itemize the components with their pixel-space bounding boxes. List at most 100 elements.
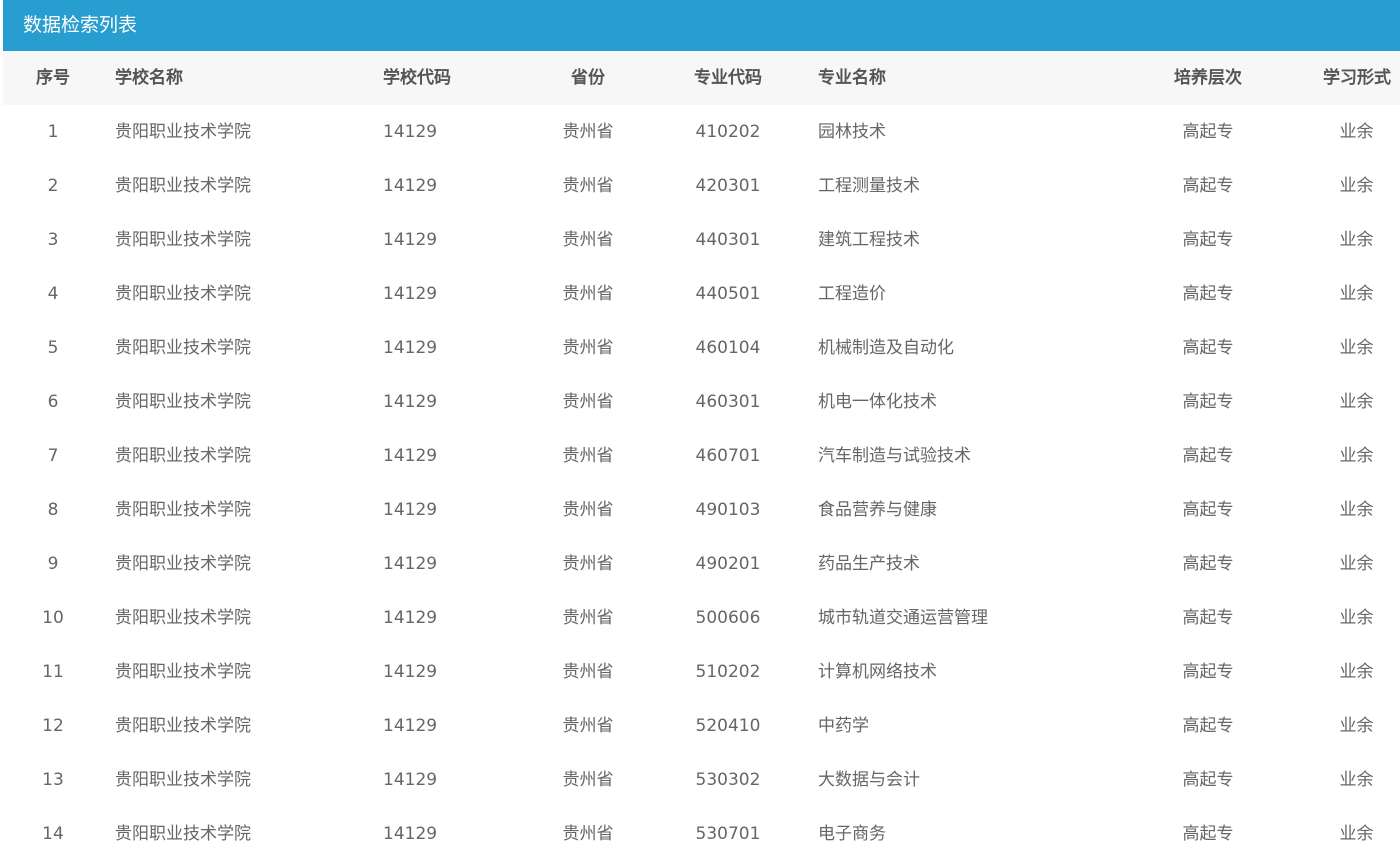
table-row: 10 贵阳职业技术学院 14129 贵州省 500606 城市轨道交通运营管理 高起专 业余: [3, 591, 1400, 645]
table-row: 6 贵阳职业技术学院 14129 贵州省 460301 机电一体化技术 高起专 业余: [3, 375, 1400, 429]
cell-seq: 12: [42, 716, 64, 736]
header-major-name: 专业名称: [818, 68, 886, 88]
cell-major-code: 510202: [695, 662, 761, 682]
cell-study-form: 业余: [1339, 716, 1374, 736]
cell-seq: 14: [42, 824, 64, 844]
cell-province: 贵州省: [562, 824, 614, 844]
table-row: 3 贵阳职业技术学院 14129 贵州省 440301 建筑工程技术 高起专 业余: [3, 213, 1400, 267]
header-province: 省份: [571, 68, 605, 88]
cell-level: 高起专: [1182, 770, 1234, 790]
header-seq: 序号: [36, 68, 70, 88]
cell-study-form: 业余: [1339, 392, 1374, 412]
cell-province: 贵州省: [562, 500, 614, 520]
cell-study-form: 业余: [1339, 770, 1374, 790]
cell-school-code: 14129: [383, 662, 438, 682]
cell-province: 贵州省: [562, 770, 614, 790]
cell-major-code: 500606: [695, 608, 761, 628]
cell-province: 贵州省: [562, 230, 614, 250]
cell-school-name: 贵阳职业技术学院: [115, 284, 251, 304]
cell-province: 贵州省: [562, 122, 614, 142]
cell-level: 高起专: [1182, 554, 1234, 574]
cell-major-code: 410202: [695, 122, 761, 142]
cell-province: 贵州省: [562, 176, 614, 196]
cell-school-code: 14129: [383, 554, 438, 574]
cell-level: 高起专: [1182, 176, 1234, 196]
table-row: 4 贵阳职业技术学院 14129 贵州省 440501 工程造价 高起专 业余: [3, 267, 1400, 321]
table-row: 11 贵阳职业技术学院 14129 贵州省 510202 计算机网络技术 高起专 业余: [3, 645, 1400, 699]
cell-major-name: 大数据与会计: [818, 770, 920, 790]
cell-major-code: 440301: [695, 230, 761, 250]
cell-study-form: 业余: [1339, 230, 1374, 250]
cell-seq: 9: [47, 554, 59, 574]
cell-major-code: 520410: [695, 716, 761, 736]
cell-seq: 3: [47, 230, 59, 250]
cell-study-form: 业余: [1339, 338, 1374, 358]
table-row: 5 贵阳职业技术学院 14129 贵州省 460104 机械制造及自动化 高起专 业余: [3, 321, 1400, 375]
table-row: 1 贵阳职业技术学院 14129 贵州省 410202 园林技术 高起专 业余: [3, 105, 1400, 159]
panel-title: 数据检索列表: [3, 0, 1400, 51]
cell-school-code: 14129: [383, 230, 438, 250]
cell-province: 贵州省: [562, 716, 614, 736]
table-row: 9 贵阳职业技术学院 14129 贵州省 490201 药品生产技术 高起专 业余: [3, 537, 1400, 591]
cell-level: 高起专: [1182, 608, 1234, 628]
cell-seq: 2: [47, 176, 59, 196]
cell-major-code: 490103: [695, 500, 761, 520]
cell-seq: 4: [47, 284, 59, 304]
cell-school-code: 14129: [383, 284, 438, 304]
cell-school-name: 贵阳职业技术学院: [115, 500, 251, 520]
cell-seq: 8: [47, 500, 59, 520]
cell-seq: 6: [47, 392, 59, 412]
cell-major-name: 中药学: [818, 716, 869, 736]
cell-study-form: 业余: [1339, 554, 1374, 574]
cell-school-code: 14129: [383, 176, 438, 196]
cell-level: 高起专: [1182, 392, 1234, 412]
cell-major-name: 工程测量技术: [818, 176, 920, 196]
cell-school-code: 14129: [383, 716, 438, 736]
cell-level: 高起专: [1182, 230, 1234, 250]
cell-school-code: 14129: [383, 824, 438, 844]
cell-major-name: 机械制造及自动化: [818, 338, 954, 358]
header-school-code: 学校代码: [383, 68, 451, 88]
cell-major-name: 计算机网络技术: [818, 662, 937, 682]
cell-school-code: 14129: [383, 446, 438, 466]
header-school-name: 学校名称: [115, 68, 183, 88]
cell-level: 高起专: [1182, 824, 1234, 844]
cell-school-name: 贵阳职业技术学院: [115, 770, 251, 790]
table-row: 12 贵阳职业技术学院 14129 贵州省 520410 中药学 高起专 业余: [3, 699, 1400, 753]
cell-study-form: 业余: [1339, 662, 1374, 682]
cell-school-code: 14129: [383, 338, 438, 358]
table-row: 14 贵阳职业技术学院 14129 贵州省 530701 电子商务 高起专 业余: [3, 807, 1400, 854]
cell-study-form: 业余: [1339, 446, 1374, 466]
cell-school-code: 14129: [383, 392, 438, 412]
cell-school-name: 贵阳职业技术学院: [115, 716, 251, 736]
cell-school-name: 贵阳职业技术学院: [115, 824, 251, 844]
cell-province: 贵州省: [562, 554, 614, 574]
cell-study-form: 业余: [1339, 122, 1374, 142]
cell-school-name: 贵阳职业技术学院: [115, 662, 251, 682]
cell-major-name: 园林技术: [818, 122, 886, 142]
cell-level: 高起专: [1182, 122, 1234, 142]
cell-major-name: 药品生产技术: [818, 554, 920, 574]
cell-school-name: 贵阳职业技术学院: [115, 554, 251, 574]
cell-province: 贵州省: [562, 662, 614, 682]
cell-major-name: 机电一体化技术: [818, 392, 937, 412]
cell-major-name: 工程造价: [818, 284, 886, 304]
cell-major-code: 530302: [695, 770, 761, 790]
cell-major-code: 460301: [695, 392, 761, 412]
cell-major-name: 城市轨道交通运营管理: [818, 608, 988, 628]
cell-province: 贵州省: [562, 392, 614, 412]
cell-major-code: 460701: [695, 446, 761, 466]
cell-school-name: 贵阳职业技术学院: [115, 446, 251, 466]
cell-level: 高起专: [1182, 500, 1234, 520]
cell-level: 高起专: [1182, 716, 1234, 736]
cell-study-form: 业余: [1339, 608, 1374, 628]
cell-major-code: 460104: [695, 338, 761, 358]
cell-study-form: 业余: [1339, 284, 1374, 304]
table-row: 2 贵阳职业技术学院 14129 贵州省 420301 工程测量技术 高起专 业余: [3, 159, 1400, 213]
cell-school-code: 14129: [383, 122, 438, 142]
table-body: 1 贵阳职业技术学院 14129 贵州省 410202 园林技术 高起专 业余 2 贵阳职业技术学…: [3, 105, 1400, 854]
cell-seq: 10: [42, 608, 64, 628]
cell-major-name: 电子商务: [818, 824, 886, 844]
header-major-code: 专业代码: [694, 68, 762, 88]
cell-study-form: 业余: [1339, 500, 1374, 520]
